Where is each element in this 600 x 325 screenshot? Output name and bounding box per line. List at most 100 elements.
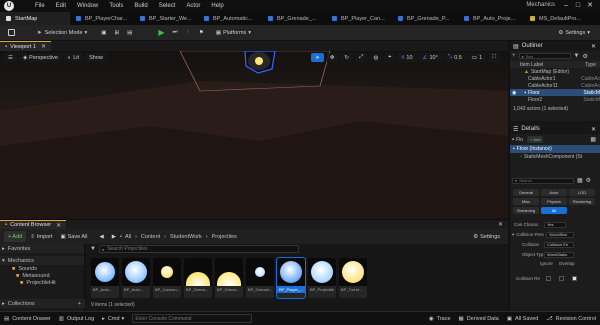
project-header[interactable]: ▾ Mechanics (0, 256, 84, 265)
world-space-button[interactable]: ◍ (369, 53, 383, 62)
rotate-tool-button[interactable]: ↻ (340, 53, 354, 62)
actor-name-field[interactable]: Flo (516, 137, 523, 143)
save-all-button[interactable]: ▣ Save All (56, 231, 91, 242)
tree-item-sounds[interactable]: ■ Sounds (0, 265, 84, 272)
tab-viewport-1[interactable]: ▪ Viewport 1 ✕ (0, 41, 52, 51)
gear-icon[interactable]: ⚙ (582, 53, 587, 60)
select-tool-button[interactable]: ➤ (311, 53, 324, 62)
perspective-dropdown[interactable]: ◈ Perspective (18, 53, 62, 62)
cinematics-button[interactable]: ▤ (123, 27, 136, 38)
close-icon[interactable]: ✕ (591, 126, 596, 133)
outliner-row[interactable]: CableActor1 CableAc (510, 75, 600, 82)
collections-header[interactable]: ▸ Collections + (0, 299, 85, 308)
breadcrumb-projectiles[interactable]: Projectiles (212, 234, 237, 240)
filter-misc[interactable]: Misc (513, 198, 539, 205)
menu-build[interactable]: Build (134, 3, 147, 9)
filter-physics[interactable]: Physics (541, 198, 567, 205)
add-icon[interactable]: + (78, 301, 81, 307)
filter-lod[interactable]: LOD (569, 189, 595, 196)
outliner-row-selected[interactable]: ◉ ▪ Floor StaticM (510, 89, 600, 96)
menu-actor[interactable]: Actor (186, 3, 200, 9)
column-type[interactable]: Type (585, 62, 596, 68)
content-drawer-button[interactable]: ▤ Content Drawer (4, 316, 51, 322)
surface-snap-button[interactable]: ⌖ (384, 53, 396, 62)
checkbox-icon[interactable] (546, 276, 551, 281)
output-log-button[interactable]: ▥ Output Log (59, 316, 94, 322)
gear-icon[interactable]: ⚙ (586, 177, 591, 184)
outliner-row[interactable]: CableActor11 CableAc (510, 82, 600, 89)
asset-search-input[interactable]: ⌕ Search Projectiles (98, 245, 299, 253)
filter-rendering[interactable]: Rendering (569, 198, 595, 205)
outliner-row[interactable]: Floor2 StaticM (510, 96, 600, 103)
tab-bp-playerchar[interactable]: BP_PlayerChar... (70, 12, 134, 25)
menu-select[interactable]: Select (159, 3, 176, 9)
derived-data-button[interactable]: ▦ Derived Data (459, 316, 499, 322)
show-dropdown[interactable]: Show (85, 53, 107, 62)
nav-forward-button[interactable]: ▶ (108, 231, 120, 242)
console-input[interactable]: Enter Console Command (132, 314, 253, 323)
property-dropdown[interactable]: Yes (544, 221, 566, 228)
tree-item-metasound[interactable]: ■ Metasound (0, 272, 84, 279)
asset-tile[interactable]: BP_Auto... (91, 258, 119, 298)
filter-general[interactable]: General (513, 189, 539, 196)
filter-all[interactable]: All (541, 207, 567, 214)
unreal-logo-icon[interactable]: U (4, 1, 14, 11)
menu-tools[interactable]: Tools (109, 3, 123, 9)
cmd-dropdown[interactable]: ▸ Cmd ▾ (102, 316, 124, 322)
column-item-label[interactable]: Item Label (520, 62, 543, 68)
all-saved-button[interactable]: ▣ All Saved (507, 316, 538, 322)
tab-content-browser[interactable]: ▪ Content Browser ✕ (0, 219, 67, 230)
launch-button[interactable]: ⚑ (195, 27, 208, 38)
property-dropdown[interactable]: Collision En (544, 241, 574, 248)
close-icon[interactable]: ✕ (41, 43, 46, 50)
outliner-search-input[interactable]: ⌕ Sea (518, 53, 571, 59)
camera-speed-button[interactable]: ▭ 1 (467, 53, 487, 62)
play-button[interactable]: ▶ (154, 27, 168, 38)
breadcrumb-content[interactable]: Content (141, 234, 160, 240)
add-content-button[interactable]: ▣ (97, 27, 110, 38)
tab-bp-starter-we[interactable]: BP_Starter_We... (134, 12, 198, 25)
add-component-button[interactable]: + Add (527, 136, 544, 143)
close-icon[interactable]: ✕ (498, 221, 503, 228)
filter-icon[interactable]: ▼ (90, 246, 96, 252)
breadcrumb-all[interactable]: All (125, 234, 131, 240)
tab-bp-player-can[interactable]: BP_Player_Can... (326, 12, 392, 25)
eye-icon[interactable]: ◉ (512, 90, 516, 96)
filter-streaming[interactable]: Streaming (513, 207, 539, 214)
component-static-mesh[interactable]: ▫ StaticMeshComponent (St (510, 153, 600, 161)
grid-snap-button[interactable]: # 10 (397, 53, 417, 62)
trace-button[interactable]: ◉ Trace (429, 316, 451, 322)
add-icon[interactable]: + (512, 53, 516, 59)
blueprints-button[interactable]: ⊞ (111, 27, 124, 38)
tree-item-projectilehit[interactable]: ■ ProjectileHit (0, 279, 84, 286)
settings-button[interactable]: ⚙ Settings ▾ (554, 27, 594, 38)
asset-tile[interactable]: BP_Grena... (215, 258, 243, 298)
checkbox-icon[interactable] (572, 276, 577, 281)
rotation-snap-button[interactable]: ∠ 10° (418, 53, 442, 62)
close-icon[interactable]: ✕ (56, 222, 61, 229)
viewport-menu-button[interactable]: ☰ (4, 53, 17, 62)
content-settings-button[interactable]: ⚙ Settings (469, 231, 504, 242)
menu-edit[interactable]: Edit (56, 3, 66, 9)
asset-tile[interactable]: BP_Grena... (184, 258, 212, 298)
property-dropdown[interactable]: WorldStat (546, 231, 575, 238)
maximize-viewport-button[interactable]: ⛶ (488, 53, 500, 62)
save-button[interactable] (4, 27, 19, 38)
tab-ms-defaultpro[interactable]: MS_DefaultPro... (524, 12, 600, 25)
view-mode-dropdown[interactable]: ◐ Lit (63, 53, 84, 62)
grid-view-icon[interactable]: ▦ (577, 177, 583, 184)
favorites-header[interactable]: ▸ Favorites (0, 244, 84, 253)
tab-bp-auto-proje[interactable]: BP_Auto_Proje... (458, 12, 524, 25)
asset-tile[interactable]: BP_Auto... (122, 258, 150, 298)
blueprint-icon[interactable]: ▦ (590, 136, 596, 143)
import-button[interactable]: ⇩ Import (26, 231, 56, 242)
chevron-down-icon[interactable]: ▾ (512, 232, 514, 238)
play-options-button[interactable]: ⋮ (181, 27, 195, 38)
details-tab[interactable]: ☰ Details ✕ (510, 124, 600, 134)
menu-window[interactable]: Window (77, 3, 98, 9)
property-dropdown[interactable]: WorldStatic (544, 251, 574, 258)
revision-control-button[interactable]: ⎇ Revision Control (546, 316, 596, 322)
menu-help[interactable]: Help (211, 3, 223, 9)
asset-tile[interactable]: BP_Cannon... (153, 258, 181, 298)
add-button[interactable]: + Add (4, 231, 27, 242)
